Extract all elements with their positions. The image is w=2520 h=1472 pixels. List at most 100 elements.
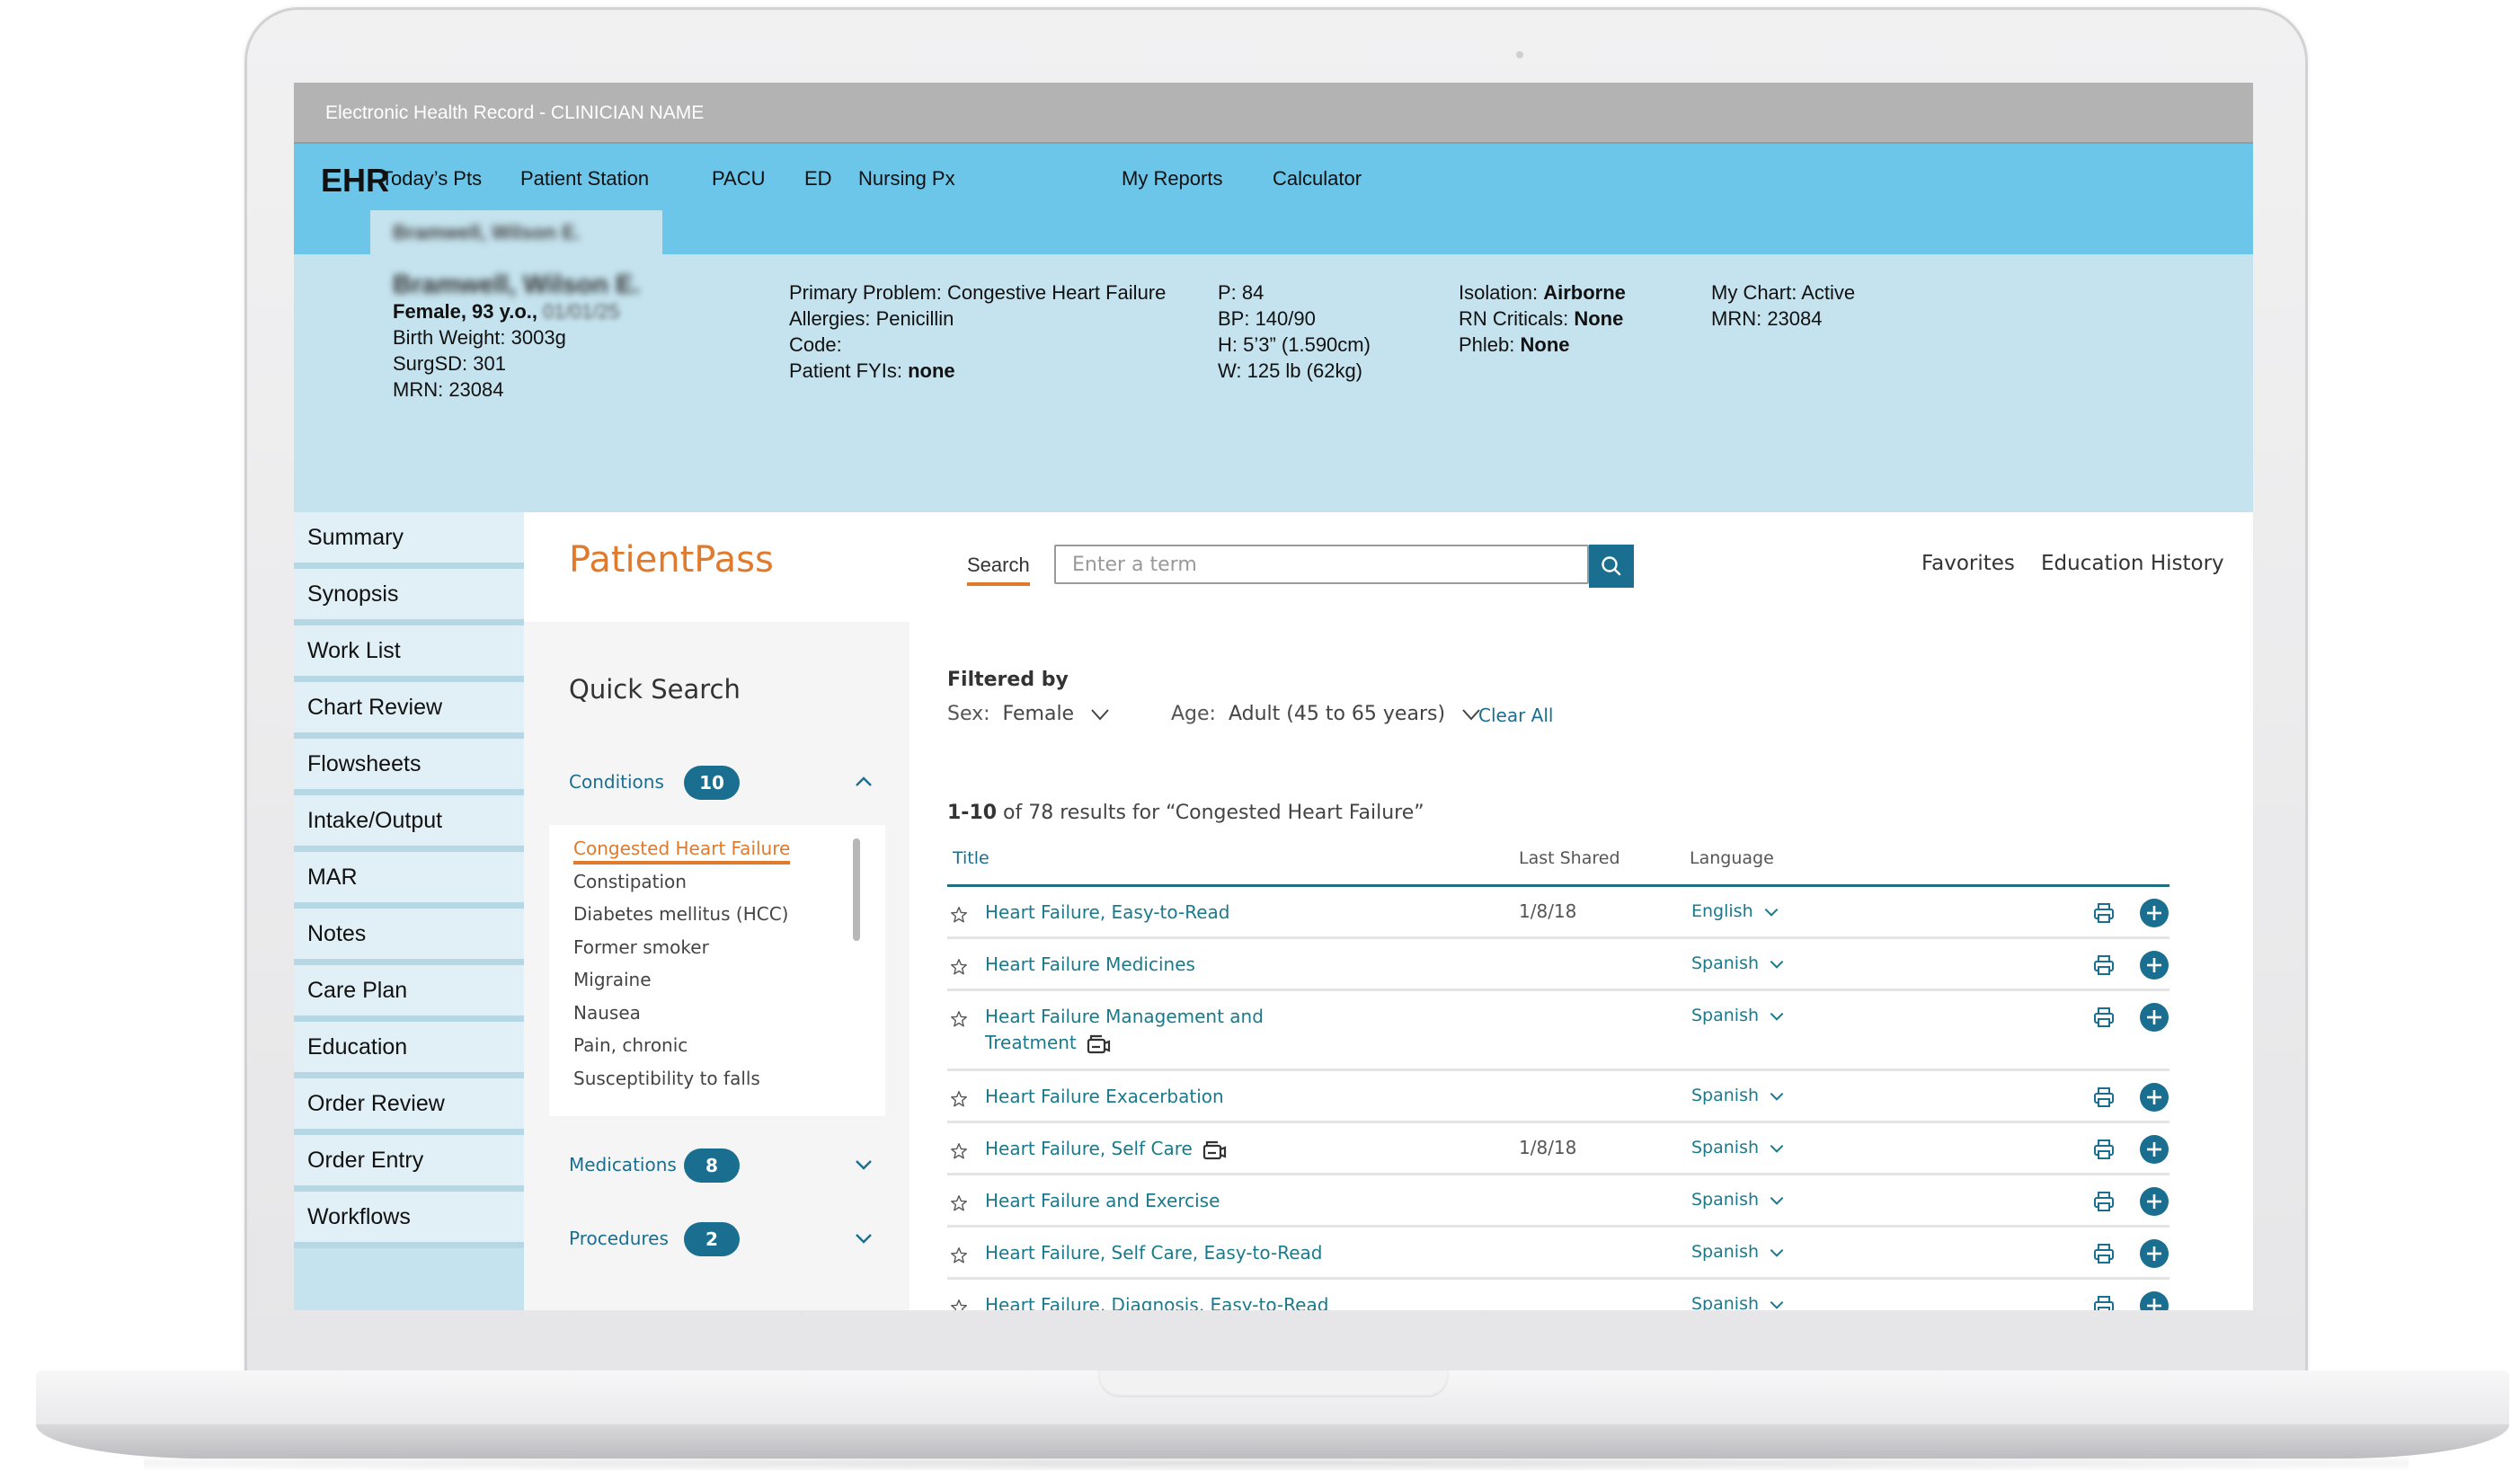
- result-title-link[interactable]: Heart Failure Management and Treatment: [985, 1004, 1282, 1056]
- star-favorite-icon[interactable]: [949, 957, 969, 977]
- condition-item[interactable]: Congested Heart Failure: [573, 838, 791, 865]
- sidebar-item-notes[interactable]: Notes: [294, 909, 524, 965]
- print-icon[interactable]: [2092, 901, 2116, 925]
- print-icon[interactable]: [2092, 1294, 2116, 1310]
- search-tab[interactable]: Search: [967, 554, 1030, 586]
- sidebar-item-care-plan[interactable]: Care Plan: [294, 965, 524, 1022]
- language-dropdown[interactable]: Spanish: [1691, 1086, 1786, 1105]
- isolation-value: Airborne: [1543, 281, 1626, 304]
- language-dropdown[interactable]: Spanish: [1691, 1294, 1786, 1310]
- condition-item[interactable]: Constipation: [573, 871, 687, 892]
- print-icon[interactable]: [2092, 1190, 2116, 1213]
- conditions-count-badge: 10: [684, 766, 740, 800]
- star-favorite-icon[interactable]: [949, 1298, 969, 1310]
- star-favorite-icon[interactable]: [949, 1246, 969, 1265]
- nav-my-reports[interactable]: My Reports: [1122, 167, 1222, 191]
- patient-tab[interactable]: Bramwell, Wilson E.: [370, 210, 662, 254]
- sidebar-item-work-list[interactable]: Work List: [294, 625, 524, 682]
- patient-dob: 01/01/25: [543, 300, 620, 323]
- sidebar-item-flowsheets[interactable]: Flowsheets: [294, 739, 524, 795]
- phleb-label: Phleb:: [1459, 333, 1515, 356]
- last-shared-date: 1/8/18: [1519, 900, 1577, 922]
- patient-header: Bramwell, Wilson E. Female, 93 y.o., 01/…: [294, 254, 2253, 512]
- sidebar-item-education[interactable]: Education: [294, 1022, 524, 1078]
- condition-item[interactable]: Susceptibility to falls: [573, 1068, 760, 1089]
- medications-label: Medications: [569, 1154, 677, 1175]
- language-dropdown[interactable]: English: [1691, 901, 1780, 921]
- result-title-link[interactable]: Heart Failure, Self Care: [985, 1136, 1229, 1162]
- star-favorite-icon[interactable]: [949, 1089, 969, 1109]
- age-filter-dropdown[interactable]: Age: Adult (45 to 65 years): [1171, 703, 1482, 725]
- fyis-value: none: [908, 359, 955, 382]
- sidebar-item-chart-review[interactable]: Chart Review: [294, 682, 524, 739]
- condition-item[interactable]: Migraine: [573, 969, 652, 990]
- language-value: Spanish: [1691, 1006, 1760, 1025]
- language-dropdown[interactable]: Spanish: [1691, 1190, 1786, 1210]
- condition-item[interactable]: Nausea: [573, 1002, 641, 1024]
- clear-all-filters-link[interactable]: Clear All: [1478, 705, 1553, 726]
- column-header-title[interactable]: Title: [953, 848, 989, 868]
- nav-nursing-px[interactable]: Nursing Px: [858, 167, 955, 191]
- add-circle-icon[interactable]: [2139, 1186, 2170, 1217]
- sidebar-item-intake-output[interactable]: Intake/Output: [294, 795, 524, 852]
- favorites-link[interactable]: Favorites: [1921, 552, 2015, 575]
- print-icon[interactable]: [2092, 1006, 2116, 1029]
- sidebar-item-synopsis[interactable]: Synopsis: [294, 569, 524, 625]
- language-dropdown[interactable]: Spanish: [1691, 953, 1786, 973]
- search-input[interactable]: [1054, 545, 1589, 584]
- nav-calculator[interactable]: Calculator: [1273, 167, 1362, 191]
- language-dropdown[interactable]: Spanish: [1691, 1138, 1786, 1157]
- patient-sex-age: Female, 93 y.o.,: [393, 300, 538, 323]
- print-icon[interactable]: [2092, 1086, 2116, 1109]
- result-title-link[interactable]: Heart Failure Medicines: [985, 952, 1195, 978]
- add-circle-icon[interactable]: [2139, 898, 2170, 928]
- conditions-scrollbar[interactable]: [853, 838, 860, 941]
- star-favorite-icon[interactable]: [949, 1141, 969, 1161]
- add-circle-icon[interactable]: [2139, 1290, 2170, 1310]
- result-title-link[interactable]: Heart Failure and Exercise: [985, 1188, 1220, 1214]
- window-title: Electronic Health Record - CLINICIAN NAM…: [294, 83, 2253, 144]
- result-title-link[interactable]: Heart Failure, Diagnosis, Easy-to-Read: [985, 1292, 1328, 1310]
- weight: W: 125 lb (62kg): [1218, 359, 1363, 382]
- condition-item[interactable]: Former smoker: [573, 936, 709, 958]
- print-icon[interactable]: [2092, 1138, 2116, 1161]
- isolation-label: Isolation:: [1459, 281, 1539, 304]
- patient-vitals: P: 84 BP: 140/90 H: 5’3” (1.590cm) W: 12…: [1218, 279, 1371, 384]
- star-favorite-icon[interactable]: [949, 1009, 969, 1029]
- sidebar-item-summary[interactable]: Summary: [294, 512, 524, 569]
- nav-ed[interactable]: ED: [804, 167, 832, 191]
- print-icon[interactable]: [2092, 953, 2116, 977]
- sidebar-item-order-review[interactable]: Order Review: [294, 1078, 524, 1135]
- condition-item[interactable]: Pain, chronic: [573, 1034, 688, 1056]
- result-title-link[interactable]: Heart Failure Exacerbation: [985, 1084, 1224, 1110]
- sex-filter-dropdown[interactable]: Sex: Female: [947, 703, 1111, 725]
- nav-pacu[interactable]: PACU: [712, 167, 766, 191]
- star-favorite-icon[interactable]: [949, 905, 969, 925]
- nav-patient-station[interactable]: Patient Station: [520, 167, 649, 191]
- age-filter-value: Adult (45 to 65 years): [1228, 703, 1446, 725]
- conditions-group-toggle[interactable]: Conditions 10: [569, 766, 874, 802]
- add-circle-icon[interactable]: [2139, 1238, 2170, 1269]
- nav-todays-pts[interactable]: Today’s Pts: [381, 167, 482, 191]
- search-button[interactable]: [1589, 545, 1634, 588]
- add-circle-icon[interactable]: [2139, 1134, 2170, 1165]
- condition-item[interactable]: Diabetes mellitus (HCC): [573, 903, 788, 925]
- column-header-language[interactable]: Language: [1690, 848, 1774, 868]
- star-favorite-icon[interactable]: [949, 1193, 969, 1213]
- add-circle-icon[interactable]: [2139, 950, 2170, 980]
- result-title-link[interactable]: Heart Failure, Self Care, Easy-to-Read: [985, 1240, 1322, 1266]
- column-header-last-shared[interactable]: Last Shared: [1519, 848, 1620, 868]
- medications-group-toggle[interactable]: Medications 8: [569, 1148, 874, 1184]
- education-history-link[interactable]: Education History: [2041, 552, 2224, 575]
- add-circle-icon[interactable]: [2139, 1082, 2170, 1113]
- patient-demographics: Bramwell, Wilson E. Female, 93 y.o., 01/…: [393, 272, 640, 403]
- print-icon[interactable]: [2092, 1242, 2116, 1265]
- sidebar-item-mar[interactable]: MAR: [294, 852, 524, 909]
- result-title-link[interactable]: Heart Failure, Easy-to-Read: [985, 900, 1229, 926]
- language-dropdown[interactable]: Spanish: [1691, 1242, 1786, 1262]
- add-circle-icon[interactable]: [2139, 1002, 2170, 1033]
- sidebar-item-order-entry[interactable]: Order Entry: [294, 1135, 524, 1192]
- language-dropdown[interactable]: Spanish: [1691, 1006, 1786, 1025]
- sidebar-item-workflows[interactable]: Workflows: [294, 1192, 524, 1248]
- procedures-group-toggle[interactable]: Procedures 2: [569, 1222, 874, 1258]
